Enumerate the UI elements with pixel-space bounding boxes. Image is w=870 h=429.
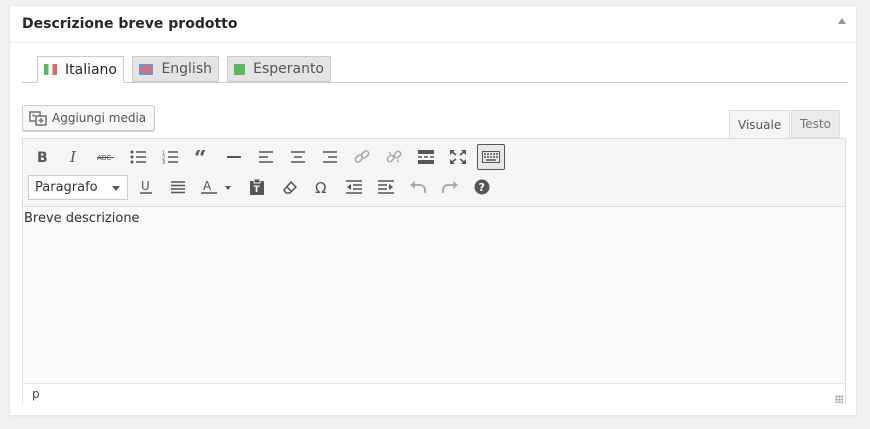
numbered-list-button[interactable]: 123 xyxy=(156,144,184,170)
strikethrough-button[interactable]: ABC xyxy=(92,144,120,170)
uk-flag-icon xyxy=(139,63,154,75)
tab-text[interactable]: Testo xyxy=(791,110,840,138)
fullscreen-icon xyxy=(450,150,466,164)
align-center-button[interactable] xyxy=(284,144,312,170)
text-color-button[interactable]: A xyxy=(198,174,238,200)
horizontal-line-button[interactable] xyxy=(220,144,248,170)
tab-label: English xyxy=(161,61,212,77)
language-tabs: Italiano English Esperanto xyxy=(22,56,848,83)
redo-button[interactable] xyxy=(436,174,464,200)
add-media-button[interactable]: Aggiungi media xyxy=(22,105,156,131)
eraser-icon xyxy=(283,180,297,194)
tab-esperanto[interactable]: Esperanto xyxy=(227,56,331,82)
strikethrough-icon: ABC xyxy=(97,154,114,162)
align-right-button[interactable] xyxy=(316,144,344,170)
clear-formatting-button[interactable] xyxy=(276,174,304,200)
italy-flag-icon xyxy=(44,64,57,75)
editor-toolbar: B I ABC 123 “ Paragrafo U A T Ω ? xyxy=(23,139,845,207)
editor-statusbar: p xyxy=(23,383,845,405)
svg-text:Ω: Ω xyxy=(315,180,326,194)
numbered-list-icon: 123 xyxy=(162,151,178,164)
svg-text:?: ? xyxy=(479,181,485,194)
outdent-icon xyxy=(346,180,362,194)
svg-text:T: T xyxy=(254,185,261,195)
align-left-icon xyxy=(259,151,273,163)
align-left-button[interactable] xyxy=(252,144,280,170)
panel-header: Descrizione breve prodotto xyxy=(10,6,856,43)
underline-icon: U xyxy=(140,180,152,194)
editor-content[interactable]: Breve descrizione xyxy=(23,207,845,383)
svg-text:B: B xyxy=(37,150,48,164)
tab-label: Italiano xyxy=(65,61,117,78)
panel-toggle-icon[interactable] xyxy=(838,18,846,24)
unlink-icon xyxy=(386,150,402,163)
undo-icon xyxy=(410,181,426,193)
italic-button[interactable]: I xyxy=(60,144,88,170)
horizontal-line-icon xyxy=(227,156,241,158)
tab-visual-label: Visuale xyxy=(738,117,782,132)
svg-text:U: U xyxy=(141,180,150,193)
insert-link-button[interactable] xyxy=(348,144,376,170)
bullet-list-icon xyxy=(130,150,146,164)
add-media-label: Aggiungi media xyxy=(52,111,147,125)
chevron-down-icon xyxy=(112,186,120,191)
resize-handle[interactable] xyxy=(835,395,843,403)
format-select-value: Paragrafo xyxy=(35,180,98,195)
svg-text:I: I xyxy=(69,150,77,164)
svg-text:3: 3 xyxy=(162,160,165,164)
justify-icon xyxy=(171,181,185,194)
undo-button[interactable] xyxy=(404,174,432,200)
special-character-button[interactable]: Ω xyxy=(308,174,336,200)
fullscreen-button[interactable] xyxy=(444,144,472,170)
bold-button[interactable]: B xyxy=(28,144,56,170)
panel-title: Descrizione breve prodotto xyxy=(22,16,238,32)
element-path[interactable]: p xyxy=(32,387,40,401)
italic-icon: I xyxy=(69,150,77,164)
editor: B I ABC 123 “ Paragrafo U A T Ω ? Breve … xyxy=(22,138,846,405)
esperanto-flag-icon xyxy=(234,63,246,75)
outdent-button[interactable] xyxy=(340,174,368,200)
paragraph-format-select[interactable]: Paragrafo xyxy=(28,175,128,200)
help-icon: ? xyxy=(474,179,490,195)
bold-icon: B xyxy=(37,150,48,164)
toolbar-toggle-button[interactable] xyxy=(477,144,505,170)
paste-as-text-button[interactable]: T xyxy=(243,174,271,200)
tab-label: Esperanto xyxy=(253,61,324,77)
add-media-icon xyxy=(29,111,47,126)
tab-text-label: Testo xyxy=(800,117,831,131)
omega-icon: Ω xyxy=(315,180,326,194)
bullet-list-button[interactable] xyxy=(124,144,152,170)
underline-button[interactable]: U xyxy=(132,174,160,200)
blockquote-icon: “ xyxy=(194,150,207,164)
remove-link-button[interactable] xyxy=(380,144,408,170)
tab-english[interactable]: English xyxy=(132,56,219,82)
read-more-icon xyxy=(418,150,434,164)
indent-icon xyxy=(378,180,394,194)
justify-button[interactable] xyxy=(164,174,192,200)
tab-italiano[interactable]: Italiano xyxy=(37,56,124,83)
tab-visual[interactable]: Visuale xyxy=(729,110,791,139)
svg-text:“: “ xyxy=(194,150,207,164)
align-center-icon xyxy=(291,151,305,163)
help-button[interactable]: ? xyxy=(468,174,496,200)
svg-text:A: A xyxy=(203,180,212,193)
indent-button[interactable] xyxy=(372,174,400,200)
content-text: Breve descrizione xyxy=(24,211,140,226)
link-icon xyxy=(354,150,370,163)
blockquote-button[interactable]: “ xyxy=(188,144,216,170)
paste-text-icon: T xyxy=(250,179,264,195)
keyboard-icon xyxy=(482,151,500,163)
align-right-icon xyxy=(323,151,337,163)
read-more-button[interactable] xyxy=(412,144,440,170)
text-color-icon: A xyxy=(201,180,231,194)
redo-icon xyxy=(442,181,458,193)
